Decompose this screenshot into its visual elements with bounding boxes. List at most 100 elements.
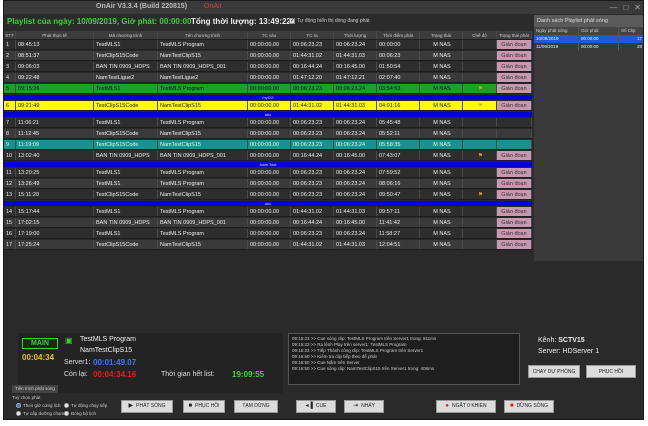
radio-fixed-time[interactable]: Theo giờ cứng lịch — [16, 403, 60, 408]
panel-header-row: Ngày phát sóng Giờ phát Số Clip — [534, 27, 643, 35]
interrupted-button[interactable]: Gián đoạn — [497, 229, 532, 238]
table-row[interactable]: 3 09:06:03 BAN TIN 0909_HDPS BAN TIN 0909_H… — [4, 62, 532, 72]
cue-button[interactable]: ◂▐ CUE — [296, 400, 336, 413]
cell-air-time: 07:59:52 — [377, 168, 420, 177]
cell-air-time: 09:50:47 — [377, 190, 420, 199]
cell-tcin: 00:00:00.00 — [248, 62, 291, 71]
cell-tcout: 00:06:23.23 — [291, 84, 334, 93]
broadcast-button[interactable]: ▶ PHÁT SÓNG — [121, 400, 173, 413]
cell-air-time: 05:45:48 — [377, 118, 420, 127]
interrupted-button[interactable]: Gián đoạn — [497, 51, 532, 60]
interrupted-button[interactable]: Gián đoạn — [497, 62, 532, 71]
radio-icon[interactable] — [64, 411, 69, 416]
interrupted-button[interactable]: Gián đoạn — [497, 84, 532, 93]
cell-name: TestMLS Program — [158, 179, 248, 188]
checkbox-icon[interactable]: ✓ — [289, 18, 295, 24]
table-row[interactable]: 1 08:45:13 TestMLS1 TestMLS Program 00:00:00… — [4, 40, 532, 50]
interrupted-button[interactable]: Gián đoạn — [497, 240, 532, 249]
interrupted-button[interactable]: Gián đoạn — [497, 218, 532, 227]
table-row[interactable]: 13 15:11:20 TestClipS15Code NamTestClipS15 0… — [4, 190, 532, 200]
cell-tcin: 00:00:00.00 — [248, 240, 291, 249]
channel-restore-button[interactable]: PHỤC HỒI — [586, 365, 636, 378]
cell-code: TestClipS15Code — [94, 190, 158, 199]
flag-icon — [463, 229, 497, 238]
radio-sync[interactable]: Đóng bộ lịch — [64, 411, 96, 416]
cell-tcout: 00:16:44.24 — [291, 218, 334, 227]
cell-code: TestMLS1 — [94, 40, 158, 49]
cell-duration: 00:06:23.24 — [334, 229, 377, 238]
tab-progress[interactable]: Tiến trình phát sóng — [12, 385, 58, 393]
flag-icon: ⚑ — [463, 151, 497, 160]
cell-air-time: 03:54:53 — [377, 84, 420, 93]
radio-icon[interactable] — [16, 411, 21, 416]
flag-icon — [463, 240, 497, 249]
server-label: Server1: — [64, 359, 91, 366]
auto-scroll-checkbox[interactable]: ✓ Tự động hiển thị dòng đang phát — [289, 18, 370, 24]
cell-air-time: 08:06:16 — [377, 179, 420, 188]
restore-button[interactable]: ■ PHỤC HỒI — [183, 400, 225, 413]
table-row[interactable]: 10 13:02:40 BAN TIN 0909_HDPS BAN TIN 0909_… — [4, 151, 532, 161]
cell-tcout: 01:44:31.02 — [291, 240, 334, 249]
cell-code: TestClipS15Code — [94, 51, 158, 60]
skip-button[interactable]: ⇥ NHẢY — [344, 400, 384, 413]
cell-stt: 14 — [4, 207, 16, 216]
cell-duration: 01:44:31.03 — [334, 101, 377, 110]
run-backup-button[interactable]: CHẠY DỰ PHÒNG — [528, 365, 580, 378]
cell-duration: 00:06:23.24 — [334, 168, 377, 177]
cell-duration: 00:06:23.24 — [334, 129, 377, 138]
table-row[interactable]: 6 09:21:49 TestClipS15Code NamTestClipS15 00… — [4, 101, 532, 111]
table-row[interactable]: 17 17:25:24 TestClipS15Code NamTestClipS15 0… — [4, 240, 532, 250]
cell-tcin: 00:00:00.00 — [248, 229, 291, 238]
cell-tcout: 01:44:31.02 — [291, 207, 334, 216]
table-row[interactable]: 12 13:26:49 TestMLS1 TestMLS Program 00:00:0… — [4, 179, 532, 189]
table-row[interactable]: 8 11:12:45 TestClipS15Code NamTestClipS15 00… — [4, 129, 532, 139]
maximize-icon[interactable]: □ — [623, 3, 628, 12]
cell-name: TestMLS Program — [158, 84, 248, 93]
interrupted-button[interactable]: Gián đoạn — [497, 207, 532, 216]
panel-row[interactable]: 11/09/2019 00:00:00 28 — [534, 43, 643, 51]
cell-code: TestMLS1 — [94, 229, 158, 238]
interrupted-button[interactable]: Gián đoạn — [497, 40, 532, 49]
table-row[interactable]: 14 15:17:44 TestMLS1 TestMLS Program 00:00:0… — [4, 207, 532, 217]
table-row[interactable]: 7 11:06:21 TestMLS1 TestMLS Program 00:00:00… — [4, 118, 532, 128]
table-row[interactable]: 11 13:20:25 TestMLS1 TestMLS Program 00:00:0… — [4, 168, 532, 178]
pause-button[interactable]: TẠM DỪNG — [234, 400, 278, 413]
table-row[interactable]: 4 09:22:48 NamTestLigue2 NamTestLigue2 00:00… — [4, 73, 532, 83]
cell-actual: 17:25:24 — [16, 240, 94, 249]
cell-name: NamTestClipS15 — [158, 129, 248, 138]
table-row[interactable]: 16 17:19:00 TestMLS1 TestMLS Program 00:00:0… — [4, 229, 532, 239]
radio-icon[interactable] — [16, 403, 21, 408]
interrupted-button[interactable]: Gián đoạn — [497, 151, 532, 160]
table-row[interactable]: 5 09:15:26 TestMLS1 TestMLS Program 00:00:00… — [4, 84, 532, 94]
column-header: Thời điểm phát — [377, 31, 420, 39]
interrupted-button[interactable]: Gián đoạn — [497, 73, 532, 82]
minimize-icon[interactable]: — — [609, 3, 617, 12]
table-row[interactable]: 2 08:51:37 TestClipS15Code NamTestClipS15 00… — [4, 51, 532, 61]
cell-duration: 01:44:31.03 — [334, 207, 377, 216]
cell-air-time: 05:52:11 — [377, 129, 420, 138]
cell-name: NamTestClipS15 — [158, 140, 248, 149]
interrupted-button[interactable]: Gián đoạn — [497, 190, 532, 199]
column-header: TC ra — [291, 31, 334, 39]
close-icon[interactable]: ✕ — [634, 3, 641, 12]
cell-stt: 13 — [4, 190, 16, 199]
table-row[interactable]: 15 17:02:15 BAN TIN 0909_HDPS BAN TIN 0909_… — [4, 218, 532, 228]
table-row[interactable]: 9 11:19:09 TestClipS15Code NamTestClipS15 00… — [4, 140, 532, 150]
cell-stt: 12 — [4, 179, 16, 188]
radio-resume[interactable]: Tự cấp dưỡng chạm — [16, 411, 64, 416]
cell-code: TestMLS1 — [94, 84, 158, 93]
cell-name: NamTestClipS15 — [158, 240, 248, 249]
interrupted-button[interactable]: Gián đoạn — [497, 101, 532, 110]
panel-row[interactable]: 10/09/2019 00:00:00 17 — [534, 35, 643, 43]
cell-tcout: 01:44:31.02 — [291, 101, 334, 110]
radio-auto-next[interactable]: Tự động chạy tiếp — [64, 403, 107, 408]
disconnect-control-button[interactable]: ● NGẮT 0 KHIỂN — [436, 400, 496, 413]
interrupted-button[interactable]: Gián đoạn — [497, 179, 532, 188]
remain-time: 00:04:34.16 — [93, 370, 137, 379]
play-icon: ▶ — [128, 403, 134, 409]
column-header: TC vào — [248, 31, 291, 39]
cell-status: M NAS — [420, 240, 463, 249]
radio-icon[interactable] — [64, 403, 69, 408]
interrupted-button[interactable]: Gián đoạn — [497, 168, 532, 177]
stop-broadcast-button[interactable]: ■ DỪNG SÓNG — [504, 400, 554, 413]
